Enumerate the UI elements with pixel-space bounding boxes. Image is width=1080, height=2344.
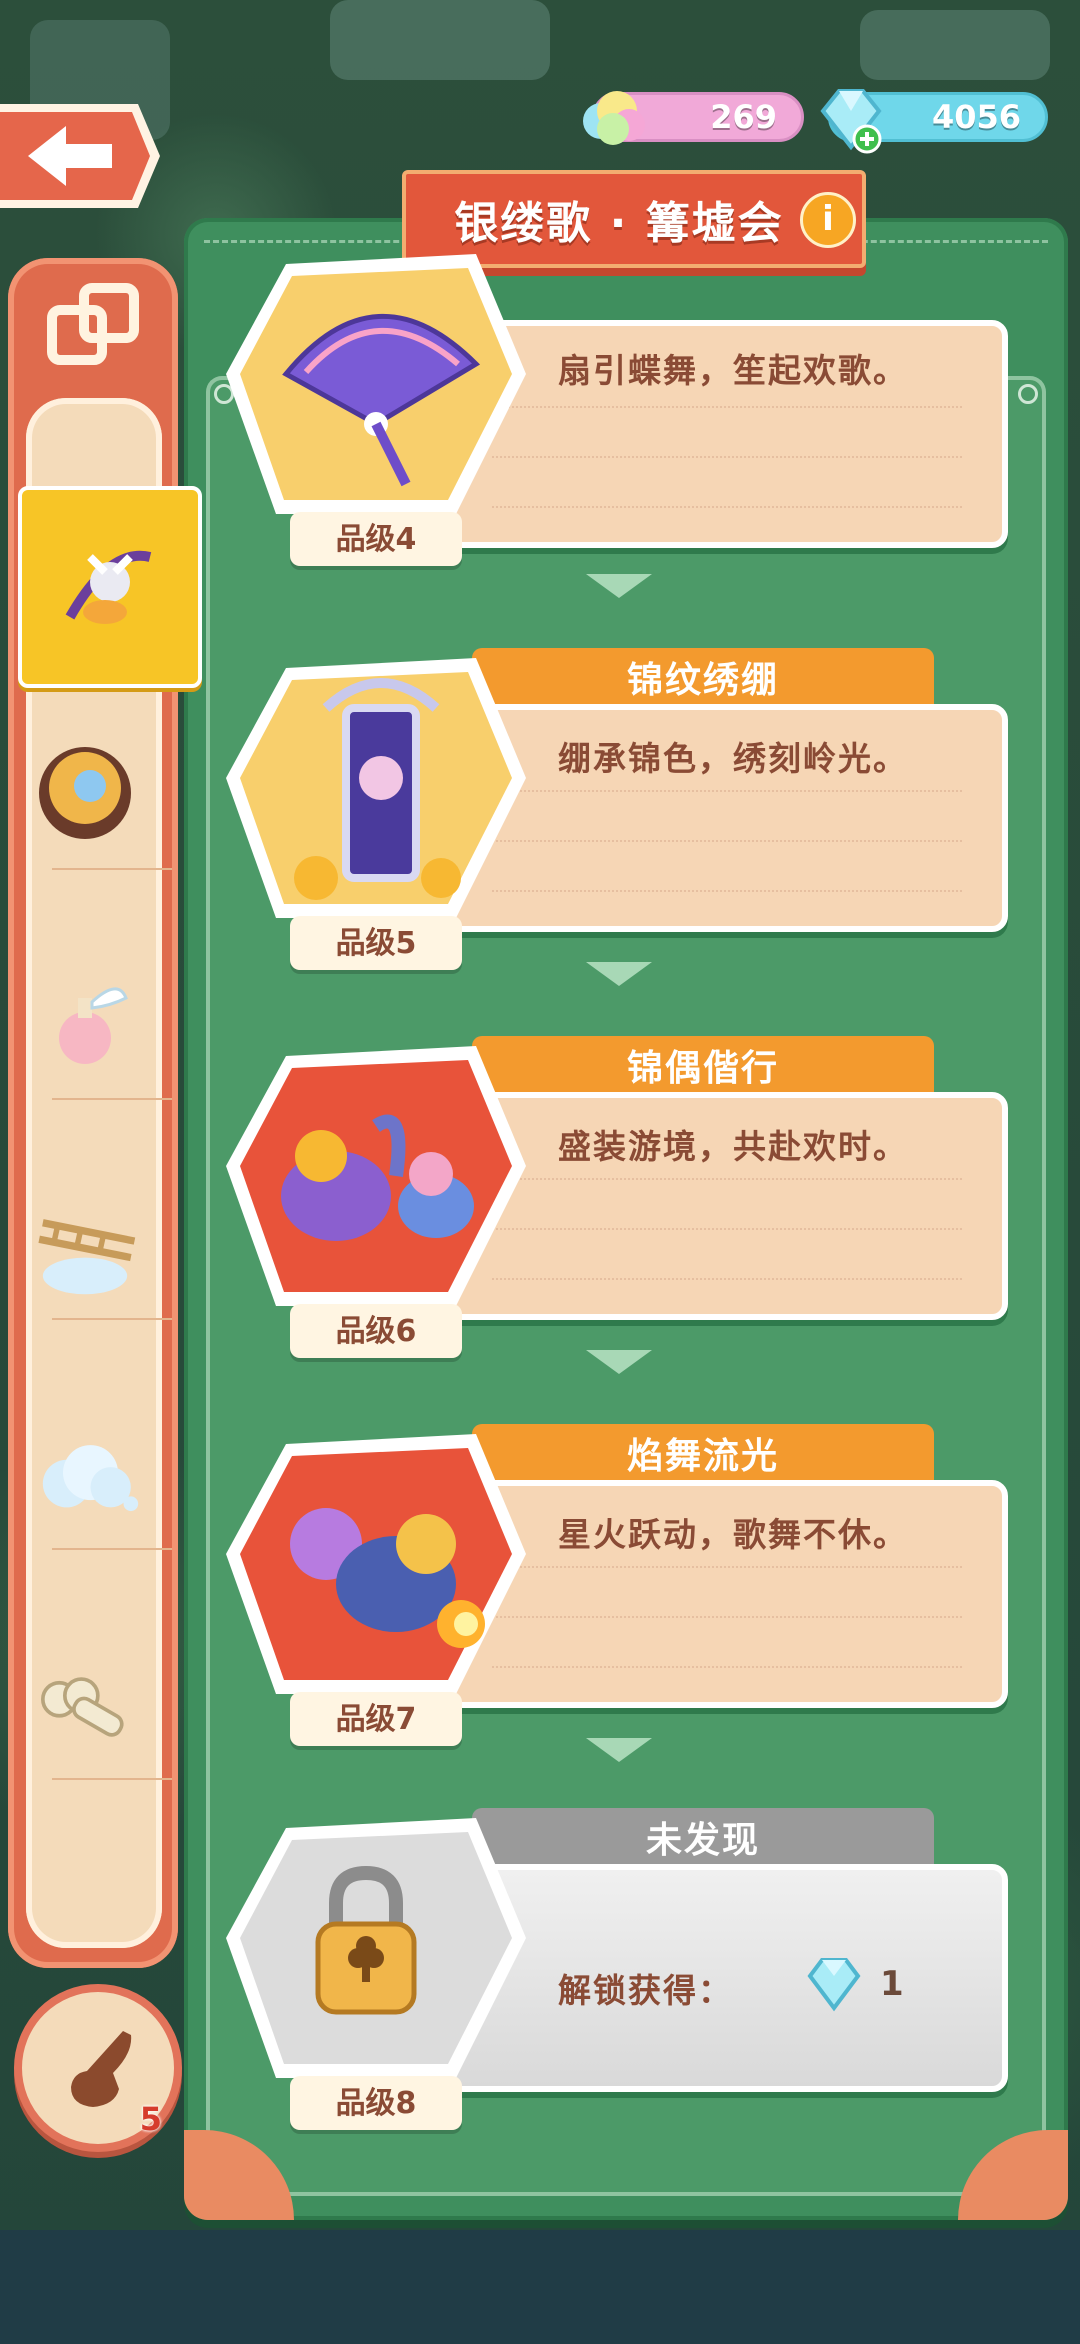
switch-view-icon[interactable] bbox=[46, 280, 140, 374]
sidebar-item-bow[interactable] bbox=[18, 486, 202, 688]
card-description: 扇引蝶舞，笙起欢歌。 bbox=[558, 351, 908, 390]
page-title: 银缕歌 · 篝墟会 bbox=[454, 198, 784, 249]
divider bbox=[492, 1228, 962, 1230]
item-portrait bbox=[226, 1046, 526, 1306]
chevron-down-icon bbox=[586, 574, 652, 598]
divider bbox=[492, 1666, 962, 1668]
collection-card-grade6[interactable]: 锦偶偕行 盛装游境，共赴欢时。 品级6 bbox=[226, 1036, 1008, 1366]
gem-count: 4056 bbox=[931, 98, 1021, 136]
rainbow-cotton-icon bbox=[583, 91, 645, 145]
back-button[interactable] bbox=[0, 98, 162, 214]
divider bbox=[492, 406, 962, 408]
divider bbox=[52, 1318, 172, 1320]
item-portrait bbox=[226, 1434, 526, 1694]
card-title: 焰舞流光 bbox=[472, 1424, 934, 1488]
grade-label: 品级8 bbox=[290, 2076, 462, 2130]
card-description: 星火跃动，歌舞不休。 bbox=[558, 1515, 908, 1554]
unlock-reward-label: 解锁获得： bbox=[558, 1971, 733, 2010]
gem-counter[interactable]: 4056 bbox=[820, 89, 1048, 154]
info-button[interactable]: i bbox=[800, 192, 856, 248]
divider bbox=[492, 1178, 962, 1180]
grade-label: 品级4 bbox=[290, 512, 462, 566]
divider bbox=[52, 1778, 172, 1780]
divider bbox=[492, 1566, 962, 1568]
grade-label: 品级6 bbox=[290, 1304, 462, 1358]
bg-floor bbox=[0, 2230, 1080, 2344]
bow-icon bbox=[65, 550, 152, 624]
sidebar-item-bone-key[interactable] bbox=[30, 1658, 140, 1768]
rivet bbox=[1018, 384, 1038, 404]
divider bbox=[52, 1098, 172, 1100]
cloud-ladder-icon bbox=[38, 1219, 136, 1295]
pointing-hand-icon bbox=[71, 2031, 132, 2107]
divider bbox=[492, 840, 962, 842]
chevron-down-icon bbox=[586, 962, 652, 986]
bg-rock bbox=[330, 0, 550, 80]
item-portrait bbox=[226, 658, 526, 918]
hint-button[interactable]: 5 bbox=[14, 1984, 182, 2152]
bg-rock bbox=[860, 10, 1050, 80]
grade-label: 品级7 bbox=[290, 1692, 462, 1746]
chevron-down-icon bbox=[586, 1350, 652, 1374]
card-title: 锦纹绣绷 bbox=[472, 648, 934, 712]
divider bbox=[492, 790, 962, 792]
sidebar-item-winged-potion[interactable] bbox=[30, 968, 140, 1078]
collection-card-grade5[interactable]: 锦纹绣绷 绷承锦色，绣刻岭光。 品级5 bbox=[226, 648, 1008, 978]
divider bbox=[492, 506, 962, 508]
chevron-down-icon bbox=[586, 1738, 652, 1762]
divider bbox=[52, 868, 172, 870]
cloud-icon bbox=[42, 1445, 139, 1512]
card-description: 盛装游境，共赴欢时。 bbox=[558, 1127, 908, 1166]
diamond-icon bbox=[820, 89, 882, 154]
item-portrait bbox=[226, 254, 526, 514]
divider bbox=[492, 1278, 962, 1280]
collection-card-grade7[interactable]: 焰舞流光 星火跃动，歌舞不休。 品级7 bbox=[226, 1424, 1008, 1754]
divider bbox=[492, 456, 962, 458]
candy-count: 269 bbox=[710, 98, 777, 136]
sidebar-item-flower-ball[interactable] bbox=[30, 738, 140, 848]
item-portrait-locked bbox=[226, 1818, 526, 2078]
candy-counter: 269 bbox=[583, 91, 804, 145]
collection-card-grade4[interactable]: 扇引蝶舞，笙起欢歌。 品级4 bbox=[226, 254, 1008, 594]
diamond-icon bbox=[807, 1958, 861, 2012]
unlock-reward-amount: 1 bbox=[880, 1964, 904, 2004]
divider bbox=[492, 1616, 962, 1618]
sidebar-item-cloud-ladder[interactable] bbox=[30, 1198, 140, 1308]
card-title: 未发现 bbox=[472, 1808, 934, 1872]
card-description: 绷承锦色，绣刻岭光。 bbox=[558, 739, 908, 778]
card-title: 锦偶偕行 bbox=[472, 1036, 934, 1100]
bone-key-icon bbox=[41, 1677, 124, 1737]
collection-card-grade8-locked[interactable]: 未发现 解锁获得： 1 品级8 bbox=[226, 1808, 1008, 2138]
hint-count-badge: 5 bbox=[139, 2100, 162, 2138]
divider bbox=[52, 1548, 172, 1550]
divider bbox=[492, 890, 962, 892]
grade-label: 品级5 bbox=[290, 916, 462, 970]
winged-potion-icon bbox=[59, 987, 128, 1064]
flower-ball-icon bbox=[39, 747, 131, 839]
sidebar-item-cloud[interactable] bbox=[30, 1424, 140, 1534]
